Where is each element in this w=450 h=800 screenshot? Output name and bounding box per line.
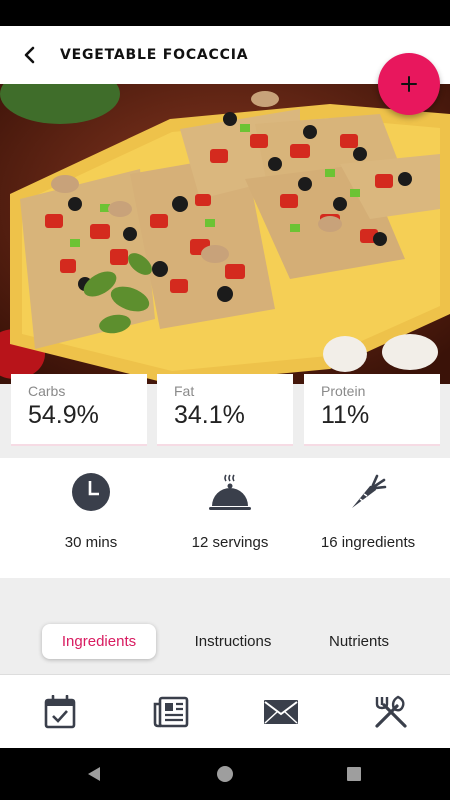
back-button[interactable]	[0, 26, 60, 84]
status-bar	[0, 0, 450, 26]
nav-mail-button[interactable]	[225, 675, 337, 749]
circle-home-icon	[217, 766, 233, 782]
macro-label: Fat	[174, 383, 195, 399]
mail-icon	[264, 700, 298, 724]
carrot-icon	[352, 474, 387, 508]
recipe-tabs: Ingredients Instructions Nutrients	[0, 622, 450, 662]
add-button[interactable]	[378, 53, 440, 115]
macro-value: 11%	[321, 401, 370, 429]
macro-label: Protein	[321, 383, 366, 399]
system-recents-button[interactable]	[324, 748, 384, 800]
calendar-check-icon	[44, 695, 76, 729]
triangle-back-icon	[88, 767, 100, 781]
ingredients-text: 16 ingredients	[320, 534, 416, 551]
tab-instructions[interactable]: Instructions	[178, 624, 288, 659]
macro-label: Carbs	[28, 383, 66, 399]
protein-card: Protein 11%	[304, 374, 440, 446]
servings-stat: 12 servings	[155, 458, 305, 578]
macro-value: 54.9%	[28, 401, 99, 429]
macro-value: 34.1%	[174, 401, 245, 429]
recipe-image	[0, 84, 450, 384]
system-navigation-bar	[0, 748, 450, 800]
servings-text: 12 servings	[191, 534, 269, 551]
time-stat: 30 mins	[16, 458, 166, 578]
screen: VEGETABLE FOCACCIA Carbs 54.9% Fat 34.1%…	[0, 0, 450, 800]
nav-calendar-button[interactable]	[4, 675, 116, 749]
nav-recipes-button[interactable]	[335, 675, 447, 749]
square-recents-icon	[347, 767, 361, 781]
newspaper-icon	[153, 696, 189, 728]
bottom-navigation	[0, 674, 450, 748]
fat-card: Fat 34.1%	[157, 374, 293, 446]
plus-icon	[401, 76, 417, 92]
tab-ingredients[interactable]: Ingredients	[42, 624, 156, 659]
time-text: 30 mins	[64, 534, 118, 551]
ingredients-stat: 16 ingredients	[293, 458, 443, 578]
system-back-button[interactable]	[64, 748, 124, 800]
tab-nutrients[interactable]: Nutrients	[312, 624, 406, 659]
utensils-icon	[375, 695, 407, 728]
system-home-button[interactable]	[195, 748, 255, 800]
carbs-card: Carbs 54.9%	[11, 374, 147, 446]
serving-dish-icon	[209, 474, 251, 510]
recipe-stats: 30 mins 12 servings 16 ingredients	[0, 458, 450, 578]
nav-articles-button[interactable]	[115, 675, 227, 749]
clock-icon	[72, 473, 110, 511]
page-title: VEGETABLE FOCACCIA	[60, 47, 249, 63]
back-arrow-icon	[24, 46, 35, 64]
